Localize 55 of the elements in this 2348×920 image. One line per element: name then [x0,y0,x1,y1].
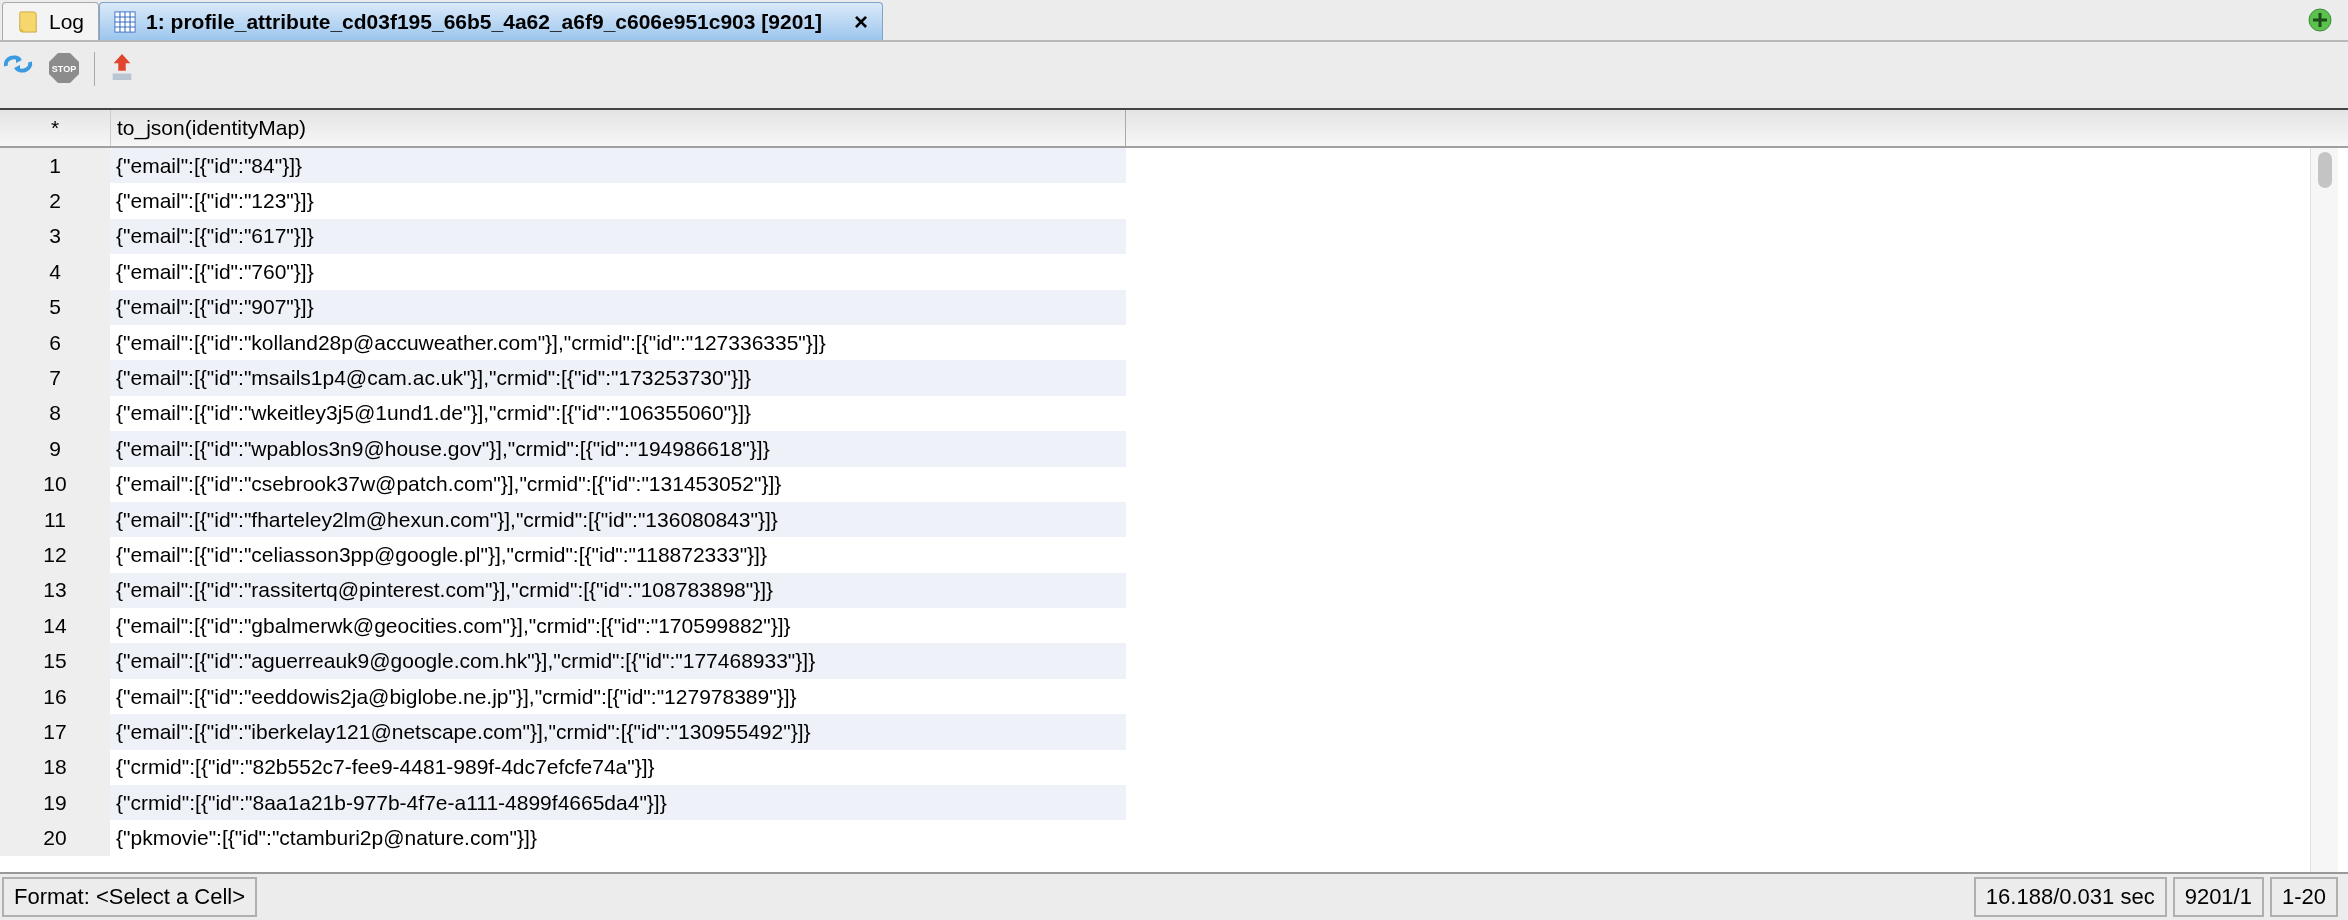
timing-label: 16.188/0.031 sec [1973,877,2167,917]
table-cell-text: {"email":[{"id":"celiasson3pp@google.pl"}],"crmid":[{"id":"118872333"}]} [115,542,768,568]
table-cell: {"email":[{"id":"iberkelay121@netscape.com"}],"crmid":[{"id":"130955492"}]} [110,714,1126,750]
table-cell-text: {"email":[{"id":"kolland28p@accuweather.com"}],"crmid":[{"id":"127336335"}]} [115,329,827,356]
table-cell: {"crmid":[{"id":"8aa1a21b-977b-4f7e-a111-4899f4665da4"}]} [110,785,1126,821]
table-cell-text: {"email":[{"id":"gbalmerwk@geocities.com"}],"crmid":[{"id":"170599882"}]} [115,612,792,639]
row-number: 9 [0,431,110,467]
tab[interactable]: Log [2,2,100,40]
row-number: 16 [0,678,110,715]
row-number: 20 [0,820,110,856]
table-cell-text: {"email":[{"id":"eeddowis2ja@biglobe.ne.jp"}],"crmid":[{"id":"127978389"}]} [115,683,798,710]
row-number: 17 [0,714,110,750]
table-cell: {"email":[{"id":"aguerreauk9@google.com.hk"}],"crmid":[{"id":"177468933"}]} [110,643,1126,679]
range-label: 1-20 [2269,877,2338,917]
row-number: 2 [0,183,110,219]
row-number: 1 [0,148,110,184]
row-number: 14 [0,608,110,644]
table-cell-text: {"email":[{"id":"123"}]} [115,188,315,215]
row-number: 18 [0,749,110,786]
scrollbar-thumb[interactable] [2317,152,2332,188]
table-cell-text: {"email":[{"id":"csebrook37w@patch.com"}],"crmid":[{"id":"131453052"}]} [115,471,783,498]
table-cell-text: {"pkmovie":[{"id":"ctamburi2p@nature.com"}]} [115,825,538,852]
table-cell-text: {"crmid":[{"id":"82b552c7-fee9-4481-989f-4dc7efcfe74a"}]} [115,754,656,781]
tab[interactable]: 1: profile_attribute_cd03f195_66b5_4a62_a6f9_c606e951c903 [9201] × [99,2,883,40]
corner-header: * [49,115,61,141]
table-cell: {"email":[{"id":"617"}]} [110,218,1126,255]
table-cell: {"email":[{"id":"84"}]} [110,148,1126,184]
row-number: 3 [0,218,110,255]
row-number: 15 [0,643,110,679]
row-number: 6 [0,324,110,361]
table-cell: {"email":[{"id":"fharteley2lm@hexun.com"}],"crmid":[{"id":"136080843"}]} [110,501,1126,538]
table-cell: {"email":[{"id":"wpablos3n9@house.gov"}],"crmid":[{"id":"194986618"}]} [110,431,1126,467]
row-number: 8 [0,395,110,432]
scroll-icon [17,8,39,35]
row-number: 10 [0,466,110,502]
row-number: 11 [0,501,110,538]
row-number: 5 [0,289,110,325]
row-number: 4 [0,254,110,290]
table-cell: {"email":[{"id":"msails1p4@cam.ac.uk"}],"crmid":[{"id":"173253730"}]} [110,360,1126,396]
add-icon[interactable] [2308,8,2332,32]
refresh-icon[interactable] [2,52,34,76]
row-number: 19 [0,785,110,821]
format-field: Format: <Select a Cell> [2,877,258,917]
grid-icon [114,10,137,33]
table-cell: {"email":[{"id":"907"}]} [110,289,1126,325]
close-button[interactable]: × [854,7,868,36]
row-number: 7 [0,360,110,396]
row-number: 13 [0,572,110,609]
table-cell: {"email":[{"id":"rassitertq@pinterest.com"}],"crmid":[{"id":"108783898"}]} [110,572,1126,609]
scrollbar[interactable] [2310,148,2338,872]
table-cell-text: {"email":[{"id":"wkeitley3j5@1und1.de"}],"crmid":[{"id":"106355060"}]} [115,400,752,427]
row-count-label: 9201/1 [2172,877,2264,917]
column-header[interactable]: to_json(identityMap) [110,110,1126,146]
row-number: 12 [0,537,110,573]
table-cell-text: {"email":[{"id":"760"}]} [115,258,315,285]
